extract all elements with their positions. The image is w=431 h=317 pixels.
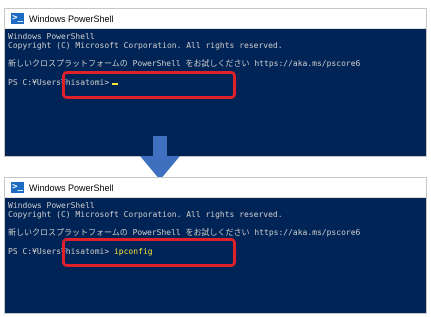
highlight-box <box>62 71 236 99</box>
console-line: 新しいクロスプラットフォームの PowerShell をお試しください http… <box>8 59 361 68</box>
highlight-box <box>62 238 236 267</box>
arrow-down-icon <box>140 136 180 180</box>
powershell-icon: >_ <box>11 182 24 193</box>
console-line: Windows PowerShell <box>8 201 95 210</box>
console-line: Windows PowerShell <box>8 32 95 41</box>
console-line: Copyright (C) Microsoft Corporation. All… <box>8 41 283 50</box>
title-bar: >_ Windows PowerShell <box>5 9 426 29</box>
window-title: Windows PowerShell <box>29 13 114 24</box>
console-line: 新しいクロスプラットフォームの PowerShell をお試しください http… <box>8 228 361 237</box>
powershell-icon: >_ <box>11 13 24 24</box>
window-title: Windows PowerShell <box>29 182 114 193</box>
title-bar: >_ Windows PowerShell <box>5 178 426 198</box>
console-line: Copyright (C) Microsoft Corporation. All… <box>8 210 283 219</box>
